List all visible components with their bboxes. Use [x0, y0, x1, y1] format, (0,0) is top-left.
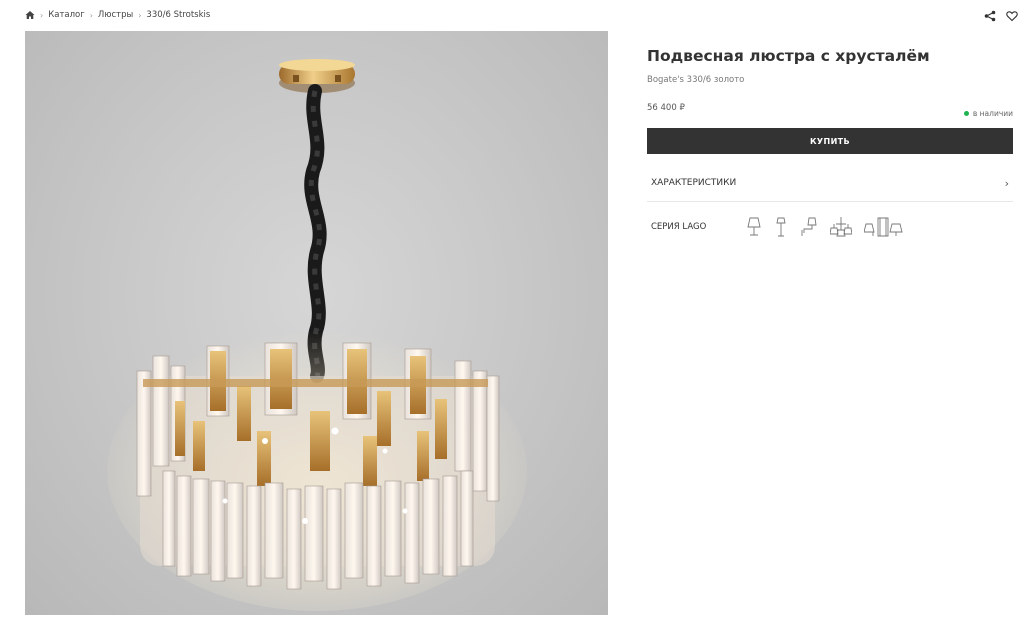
- share-icon[interactable]: [984, 10, 996, 22]
- price-row: 56 400 ₽ в наличии: [647, 100, 1013, 118]
- breadcrumb-separator: ›: [89, 10, 93, 20]
- breadcrumb: › Каталог › Люстры › 330/6 Strotskis: [25, 8, 210, 22]
- series-row: СЕРИЯ LAGO: [647, 202, 1013, 251]
- stock-status: в наличии: [963, 109, 1013, 118]
- lamp-set-icon[interactable]: [864, 216, 904, 238]
- chandelier-photo[interactable]: [25, 31, 608, 615]
- chandelier-icon[interactable]: [830, 216, 852, 238]
- series-label: СЕРИЯ LAGO: [651, 221, 707, 232]
- stock-status-text: в наличии: [972, 109, 1013, 118]
- floor-lamp-icon[interactable]: [774, 216, 788, 238]
- series-icons: [746, 216, 904, 238]
- product-sku: Bogate's 330/6 золото: [647, 75, 745, 85]
- breadcrumb-catalog[interactable]: Каталог: [48, 10, 85, 20]
- heart-icon[interactable]: [1006, 10, 1018, 22]
- stock-dot-icon: [963, 111, 969, 116]
- header-actions: [984, 10, 1018, 22]
- breadcrumb-chandeliers[interactable]: Люстры: [98, 10, 133, 20]
- table-lamp-icon[interactable]: [746, 216, 762, 238]
- specs-toggle[interactable]: ХАРАКТЕРИСТИКИ ›: [647, 165, 1013, 202]
- product-title: Подвесная люстра с хрусталём: [647, 47, 930, 65]
- breadcrumb-separator: ›: [40, 10, 44, 20]
- breadcrumb-current: 330/6 Strotskis: [146, 10, 211, 20]
- chevron-right-icon: ›: [1004, 176, 1009, 190]
- breadcrumb-separator: ›: [138, 10, 142, 20]
- product-info: Подвесная люстра с хрусталём Bogate's 33…: [647, 46, 1013, 251]
- wall-sconce-icon[interactable]: [800, 216, 818, 238]
- home-icon[interactable]: [25, 10, 35, 20]
- specs-label: ХАРАКТЕРИСТИКИ: [651, 178, 737, 188]
- product-price: 56 400 ₽: [647, 103, 685, 113]
- buy-button[interactable]: КУПИТЬ: [647, 128, 1013, 154]
